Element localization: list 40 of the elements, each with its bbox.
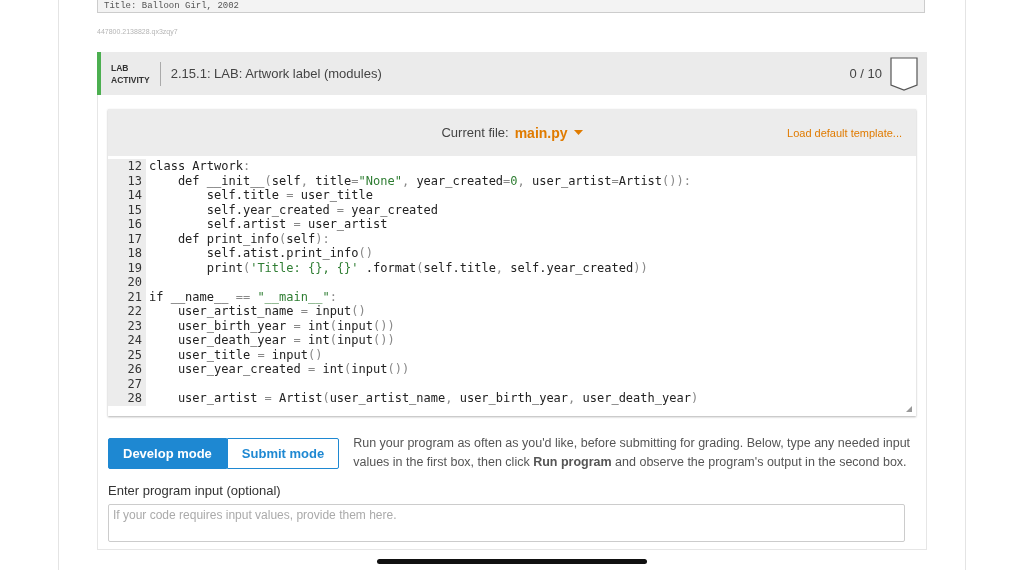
line-number: 26	[108, 362, 146, 377]
mode-tab[interactable]: Submit mode	[226, 438, 340, 469]
line-number: 18	[108, 246, 146, 261]
resize-grip-icon[interactable]	[906, 406, 912, 412]
line-number: 16	[108, 217, 146, 232]
line-number: 14	[108, 188, 146, 203]
lab-activity-label: LAB ACTIVITY	[111, 61, 161, 86]
instructions: Run your program as often as you'd like, before submitting for grading. Below, type any needed input values in the first box, then click Run program and observe the program's output in the second box.	[353, 435, 912, 471]
code-line: if __name__ == "__main__":	[148, 289, 337, 304]
current-file-label: Current file:	[441, 125, 509, 140]
code-editor[interactable]	[108, 156, 916, 416]
input-field[interactable]: If your code requires input values, provide them here.	[108, 504, 905, 542]
code-line: def print_info(self):	[176, 231, 330, 246]
code-line: user_artist_name = input()	[176, 304, 366, 319]
code-line: user_title = input()	[176, 347, 323, 362]
score-badge-icon	[890, 56, 918, 91]
code-line: self.artist = user_artist	[205, 217, 388, 232]
code-line: user_artist = Artist(user_artist_name, user_birth_year, user_death_year)	[176, 391, 699, 406]
line-number: 12	[108, 159, 146, 174]
lab-title: 2.15.1: LAB: Artwork label (modules)	[170, 66, 383, 81]
output-text: Title: Balloon Girl, 2002	[104, 1, 240, 11]
caret-icon	[573, 130, 583, 135]
code-line: self.atist.print_info()	[205, 246, 373, 261]
code-line: user_death_year = int(input())	[176, 333, 395, 348]
code-line: user_birth_year = int(input())	[176, 318, 395, 333]
file-dropdown[interactable]: main.py	[514, 124, 583, 141]
score: 0 / 10	[849, 66, 882, 81]
code-line: class Artwork:	[148, 159, 251, 174]
code-line: self.title = user_title	[205, 188, 373, 203]
load-template-link[interactable]: Load default template...	[787, 126, 902, 139]
code-line: self.year_created = year_created	[205, 202, 438, 217]
input-label: Enter program input (optional)	[108, 483, 282, 498]
code-line: print('Title: {}, {}' .format(self.title, self.year_created))	[205, 260, 648, 275]
line-number: 28	[108, 391, 146, 406]
line-number: 20	[108, 275, 146, 290]
mode-tab[interactable]: Develop mode	[108, 438, 227, 469]
code-line: def __init__(self, title="None", year_created=0, user_artist=Artist()):	[176, 173, 691, 188]
code-line: user_year_created = int(input())	[176, 362, 410, 377]
line-number: 24	[108, 333, 146, 348]
line-number: 22	[108, 304, 146, 319]
